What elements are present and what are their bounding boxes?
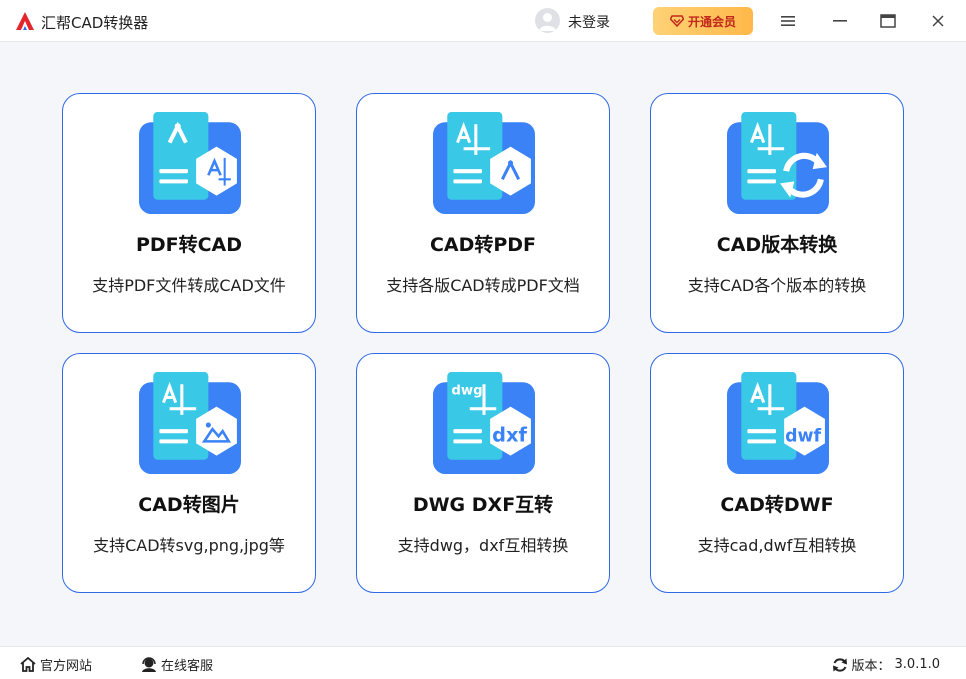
refresh-icon	[832, 657, 847, 672]
card-pdf-to-cad[interactable]: PDF转CAD 支持PDF文件转成CAD文件	[62, 93, 316, 333]
card-description: 支持各版CAD转成PDF文档	[386, 276, 580, 295]
cad-to-pdf-icon	[433, 112, 535, 214]
card-description: 支持dwg，dxf互相转换	[397, 536, 569, 555]
footer-bar: 官方网站 在线客服 版本： 3.0.1.0	[0, 646, 966, 679]
version-value: 3.0.1.0	[894, 657, 940, 672]
dwg-badge-text: dwg	[451, 383, 482, 398]
official-website-link[interactable]: 官方网站	[20, 655, 92, 674]
cad-version-convert-icon	[727, 112, 829, 214]
card-title: CAD转PDF	[429, 234, 537, 256]
login-link[interactable]: 未登录	[568, 12, 610, 32]
app-logo-icon	[14, 10, 36, 32]
vip-button[interactable]: 开通会员	[653, 7, 753, 35]
card-title: CAD版本转换	[716, 234, 838, 256]
card-cad-to-dwf[interactable]: dwf CAD转DWF 支持cad,dwf互相转换	[650, 353, 904, 593]
maximize-button[interactable]	[876, 9, 900, 33]
card-title: CAD转DWF	[720, 494, 834, 516]
card-description: 支持CAD转svg,png,jpg等	[93, 536, 285, 555]
dxf-badge-text: dxf	[492, 423, 527, 446]
card-cad-to-image[interactable]: CAD转图片 支持CAD转svg,png,jpg等	[62, 353, 316, 593]
maximize-icon	[880, 14, 896, 28]
card-description: 支持PDF文件转成CAD文件	[92, 276, 286, 295]
diamond-icon	[669, 15, 684, 27]
official-website-label: 官方网站	[40, 659, 93, 674]
customer-service-icon	[142, 657, 156, 672]
card-dwg-dxf-convert[interactable]: dwg dxf DWG DXF互转 支持dwg，dxf互相转换	[356, 353, 610, 593]
cad-to-dwf-icon: dwf	[727, 372, 829, 474]
dwf-badge-text: dwf	[785, 426, 821, 446]
close-button[interactable]	[926, 9, 950, 33]
version-label: 版本：	[851, 659, 891, 674]
menu-button[interactable]	[776, 9, 800, 33]
card-title: DWG DXF互转	[412, 494, 554, 516]
online-support-label: 在线客服	[161, 659, 214, 674]
home-icon	[20, 657, 36, 672]
card-description: 支持cad,dwf互相转换	[697, 536, 857, 555]
card-title: PDF转CAD	[135, 234, 243, 256]
user-avatar-icon[interactable]	[535, 8, 560, 33]
version-info: 版本： 3.0.1.0	[832, 655, 940, 674]
card-title: CAD转图片	[138, 494, 240, 516]
title-bar: 汇帮CAD转换器 未登录 开通会员	[0, 0, 966, 42]
card-cad-version-convert[interactable]: CAD版本转换 支持CAD各个版本的转换	[650, 93, 904, 333]
pdf-to-cad-icon	[139, 112, 241, 214]
dwg-dxf-convert-icon: dwg dxf	[433, 372, 535, 474]
vip-button-label: 开通会员	[687, 14, 736, 29]
card-cad-to-pdf[interactable]: CAD转PDF 支持各版CAD转成PDF文档	[356, 93, 610, 333]
cad-to-image-icon	[139, 372, 241, 474]
card-description: 支持CAD各个版本的转换	[687, 276, 867, 295]
app-title: 汇帮CAD转换器	[41, 14, 149, 32]
close-icon	[932, 15, 944, 27]
menu-icon	[781, 16, 795, 26]
online-support-link[interactable]: 在线客服	[141, 655, 213, 674]
minimize-icon	[833, 20, 847, 22]
minimize-button[interactable]	[828, 9, 852, 33]
